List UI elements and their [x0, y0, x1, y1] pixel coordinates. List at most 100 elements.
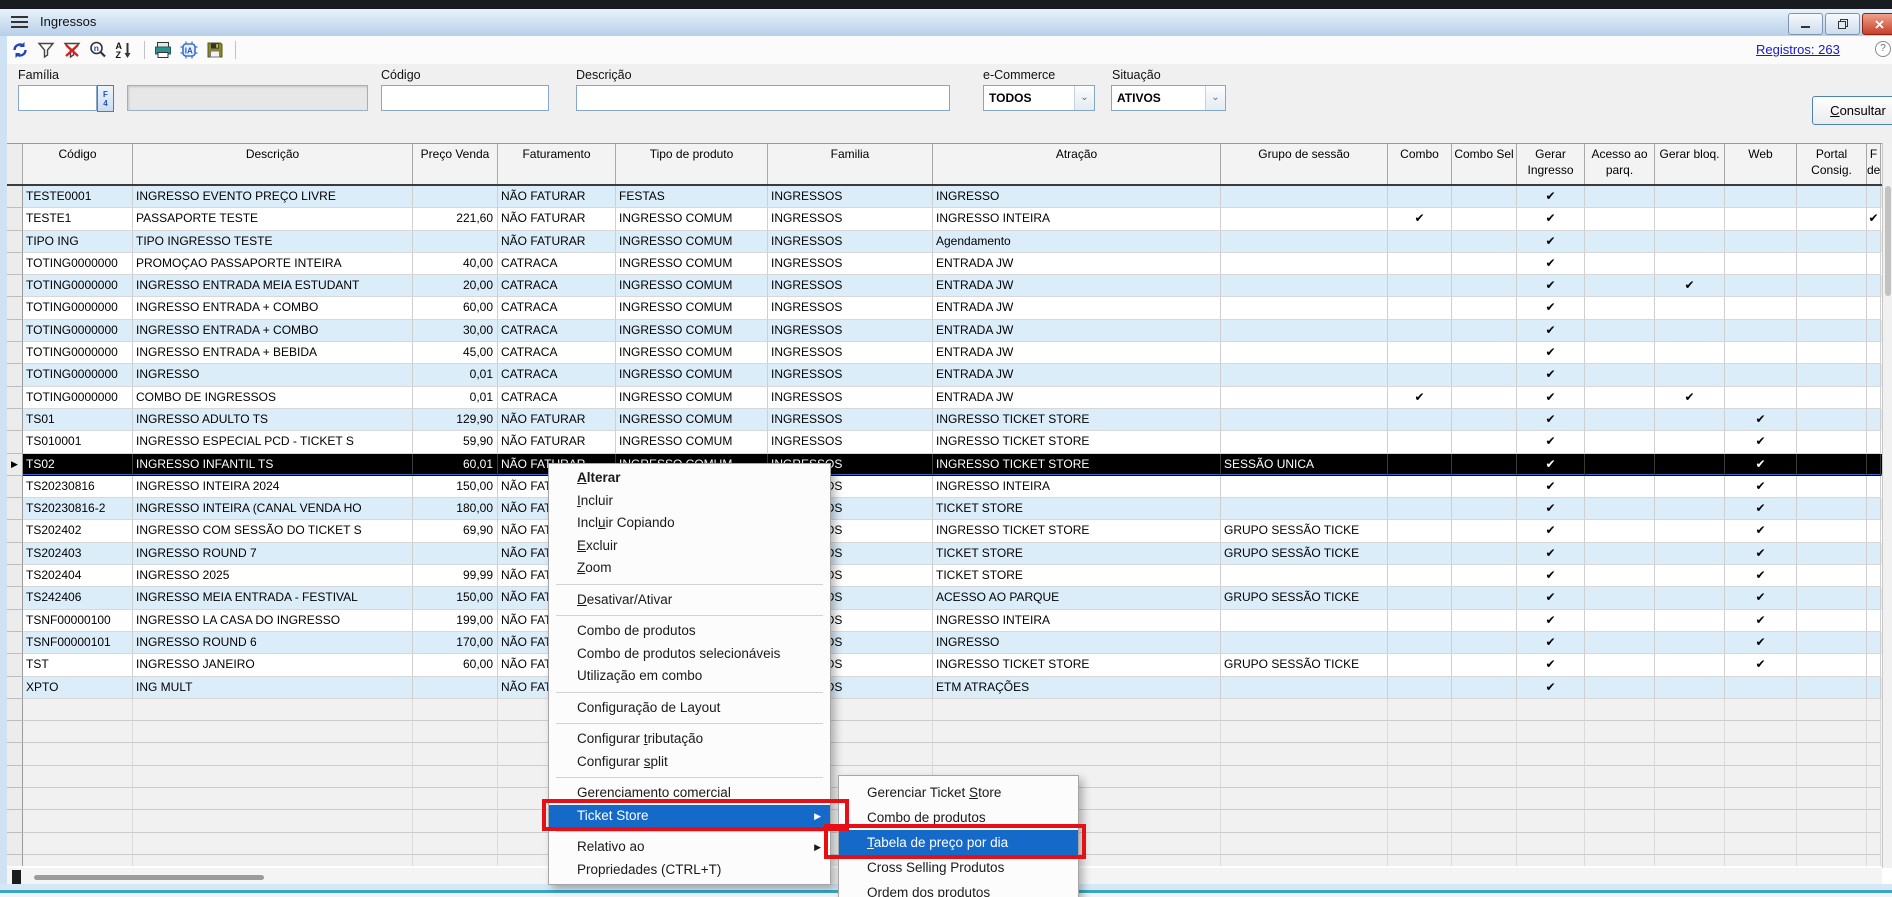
menu-item-ticket-store[interactable]: Ticket Store▶ [549, 805, 830, 828]
column-header-faturamento[interactable]: Faturamento [498, 144, 616, 184]
column-header-tipo-de-produto[interactable]: Tipo de produto [616, 144, 768, 184]
close-button[interactable] [1862, 13, 1892, 35]
vertical-scrollbar-thumb[interactable] [1885, 186, 1891, 296]
table-row-ts202404[interactable]: TS202404INGRESSO 202599,99NÃO FATURARING… [7, 565, 1882, 587]
table-row-ts02[interactable]: ▶TS02INGRESSO INFANTIL TS60,01NÃO FATURA… [7, 454, 1882, 476]
minimize-button[interactable] [1788, 13, 1823, 35]
menu-item-zoom[interactable]: Zoom [549, 557, 830, 580]
codigo-input[interactable] [381, 85, 549, 111]
cell-comboSel [1452, 409, 1517, 431]
menu-item-configurar-tributacao[interactable]: Configurar tributação [549, 728, 830, 751]
situacao-select[interactable]: ATIVOS ⌄ [1111, 85, 1226, 111]
column-header-combo[interactable]: Combo [1388, 144, 1452, 184]
table-row-toting0000000[interactable]: TOTING0000000PROMOÇAO PASSAPORTE INTEIRA… [7, 253, 1882, 275]
menu-item-relativo-ao[interactable]: Relativo ao▶ [549, 836, 830, 859]
table-row-ts202402[interactable]: TS202402INGRESSO COM SESSÃO DO TICKET S6… [7, 520, 1882, 542]
column-header-codigo[interactable]: Código [23, 144, 133, 184]
ia-icon[interactable]: IA [177, 39, 201, 61]
table-row-toting0000000[interactable]: TOTING0000000INGRESSO0,01CATRACAINGRESSO… [7, 364, 1882, 386]
menu-item-alterar[interactable]: Alterar [549, 467, 830, 490]
column-header-preco-venda[interactable]: Preço Venda [413, 144, 498, 184]
menu-item-excluir[interactable]: Excluir [549, 535, 830, 558]
cell-grupo: GRUPO SESSÃO TICKE [1221, 520, 1388, 542]
cell-comboSel [1452, 476, 1517, 498]
restore-button[interactable] [1825, 13, 1860, 35]
table-row-ts20230816-2[interactable]: TS20230816-2INGRESSO INTEIRA (CANAL VEND… [7, 498, 1882, 520]
menu-item-incluir[interactable]: Incluir [549, 490, 830, 513]
menu-item-cross-selling-produtos[interactable]: Cross Selling Produtos [839, 855, 1078, 880]
menu-item-gerenciar-ticket-store[interactable]: Gerenciar Ticket Store [839, 780, 1078, 805]
cell-grupo [1221, 387, 1388, 409]
menu-item-ordem-dos-produtos[interactable]: Ordem dos produtos [839, 880, 1078, 897]
column-header-grupo-de-sessao[interactable]: Grupo de sessão [1221, 144, 1388, 184]
familia-descricao-field[interactable] [127, 85, 368, 111]
cell-web: ✔ [1725, 454, 1797, 476]
menu-item-combo-de-produtos[interactable]: Combo de produtos [549, 620, 830, 643]
menu-item-utilizacao-em-combo[interactable]: Utilização em combo [549, 665, 830, 688]
table-row-teste0001[interactable]: TESTE0001INGRESSO EVENTO PREÇO LIVRENÃO … [7, 186, 1882, 208]
menu-item-desativar-ativar[interactable]: Desativar/Ativar [549, 589, 830, 612]
table-row-teste1[interactable]: TESTE1PASSAPORTE TESTE221,60NÃO FATURARI… [7, 208, 1882, 230]
column-header-gerar-ingresso[interactable]: Gerar Ingresso [1517, 144, 1585, 184]
descricao-input[interactable] [576, 85, 950, 111]
registros-link[interactable]: Registros: 263 [1756, 42, 1840, 57]
save-icon[interactable] [203, 39, 227, 61]
vertical-scrollbar[interactable] [1882, 143, 1892, 868]
help-icon[interactable]: ? [1875, 41, 1891, 57]
empty-cell [1655, 699, 1725, 721]
menu-item-configuracao-de-layout[interactable]: Configuração de Layout [549, 697, 830, 720]
table-row-tsnf00000100[interactable]: TSNF00000100INGRESSO LA CASA DO INGRESSO… [7, 610, 1882, 632]
menu-item-combo-de-produtos-selecionaveis[interactable]: Combo de produtos selecionáveis [549, 643, 830, 666]
table-row-toting0000000[interactable]: TOTING0000000INGRESSO ENTRADA + COMBO30,… [7, 320, 1882, 342]
ecommerce-select[interactable]: TODOS ⌄ [983, 85, 1095, 111]
table-row-xpto[interactable]: XPTOING MULTNÃO FATURARINGRESSO COMUMING… [7, 677, 1882, 699]
familia-input[interactable] [18, 85, 97, 111]
table-row-toting0000000[interactable]: TOTING0000000COMBO DE INGRESSOS0,01CATRA… [7, 387, 1882, 409]
empty-cell [1867, 766, 1881, 788]
horizontal-scrollbar-thumb[interactable] [34, 875, 264, 880]
cell-faturamento: CATRACA [498, 297, 616, 319]
filter-icon[interactable] [34, 39, 58, 61]
menu-item-configurar-split[interactable]: Configurar split [549, 751, 830, 774]
column-header-atracao[interactable]: Atração [933, 144, 1221, 184]
hamburger-menu-icon[interactable] [11, 16, 28, 29]
table-row-ts20230816[interactable]: TS20230816INGRESSO INTEIRA 2024150,00NÃO… [7, 476, 1882, 498]
column-header-familia[interactable]: Familia [768, 144, 933, 184]
table-row-tst[interactable]: TSTINGRESSO JANEIRO60,00NÃO FATURARINGRE… [7, 654, 1882, 676]
checkmark-icon: ✔ [1545, 300, 1555, 314]
table-row-toting0000000[interactable]: TOTING0000000INGRESSO ENTRADA + COMBO60,… [7, 297, 1882, 319]
sort-az-icon[interactable]: AZ [112, 39, 136, 61]
consultar-button[interactable]: Consultar [1812, 96, 1892, 125]
table-row-toting0000000[interactable]: TOTING0000000INGRESSO ENTRADA + BEBIDA45… [7, 342, 1882, 364]
column-header-gerar-bloq[interactable]: Gerar bloq. [1655, 144, 1725, 184]
table-row-ts010001[interactable]: TS010001INGRESSO ESPECIAL PCD - TICKET S… [7, 431, 1882, 453]
zoom-find-icon[interactable]: n [86, 39, 110, 61]
menu-item-propriedades-ctrl-t[interactable]: Propriedades (CTRL+T) [549, 859, 830, 882]
cell-codigo: TS010001 [23, 431, 133, 453]
table-row-tipo-ing[interactable]: TIPO INGTIPO INGRESSO TESTENÃO FATURARIN… [7, 231, 1882, 253]
checkmark-icon: ✔ [1545, 189, 1555, 203]
refresh-icon[interactable] [8, 39, 32, 61]
menu-item-combo-de-produtos[interactable]: Combo de produtos [839, 805, 1078, 830]
column-header-acesso-ao-parq[interactable]: Acesso ao parq. [1585, 144, 1655, 184]
column-header-f-de[interactable]: F de [1867, 144, 1881, 184]
menu-item-tabela-de-preco-por-dia[interactable]: Tabela de preço por dia [839, 830, 1078, 855]
menu-item-gerenciamento-comercial[interactable]: Gerenciamento comercial [549, 782, 830, 805]
column-header-descricao[interactable]: Descrição [133, 144, 413, 184]
table-row-toting0000000[interactable]: TOTING0000000INGRESSO ENTRADA MEIA ESTUD… [7, 275, 1882, 297]
column-header-web[interactable]: Web [1725, 144, 1797, 184]
table-row-ts202403[interactable]: TS202403INGRESSO ROUND 7NÃO FATURARINGRE… [7, 543, 1882, 565]
cell-bloq [1655, 364, 1725, 386]
table-row-tsnf00000101[interactable]: TSNF00000101INGRESSO ROUND 6170,00NÃO FA… [7, 632, 1882, 654]
table-row-ts01[interactable]: TS01INGRESSO ADULTO TS129,90NÃO FATURARI… [7, 409, 1882, 431]
table-row-ts242406[interactable]: TS242406INGRESSO MEIA ENTRADA - FESTIVAL… [7, 587, 1882, 609]
print-icon[interactable] [151, 39, 175, 61]
filter-clear-icon[interactable] [60, 39, 84, 61]
cell-comboSel [1452, 431, 1517, 453]
column-header-combo-sel[interactable]: Combo Sel [1452, 144, 1517, 184]
cell-combo [1388, 543, 1452, 565]
column-header-portal-consig[interactable]: Portal Consig. [1797, 144, 1867, 184]
familia-lookup-f4-button[interactable]: F4 [97, 85, 114, 112]
cell-atracao: ENTRADA JW [933, 320, 1221, 342]
menu-item-incluir-copiando[interactable]: Incluir Copiando [549, 512, 830, 535]
